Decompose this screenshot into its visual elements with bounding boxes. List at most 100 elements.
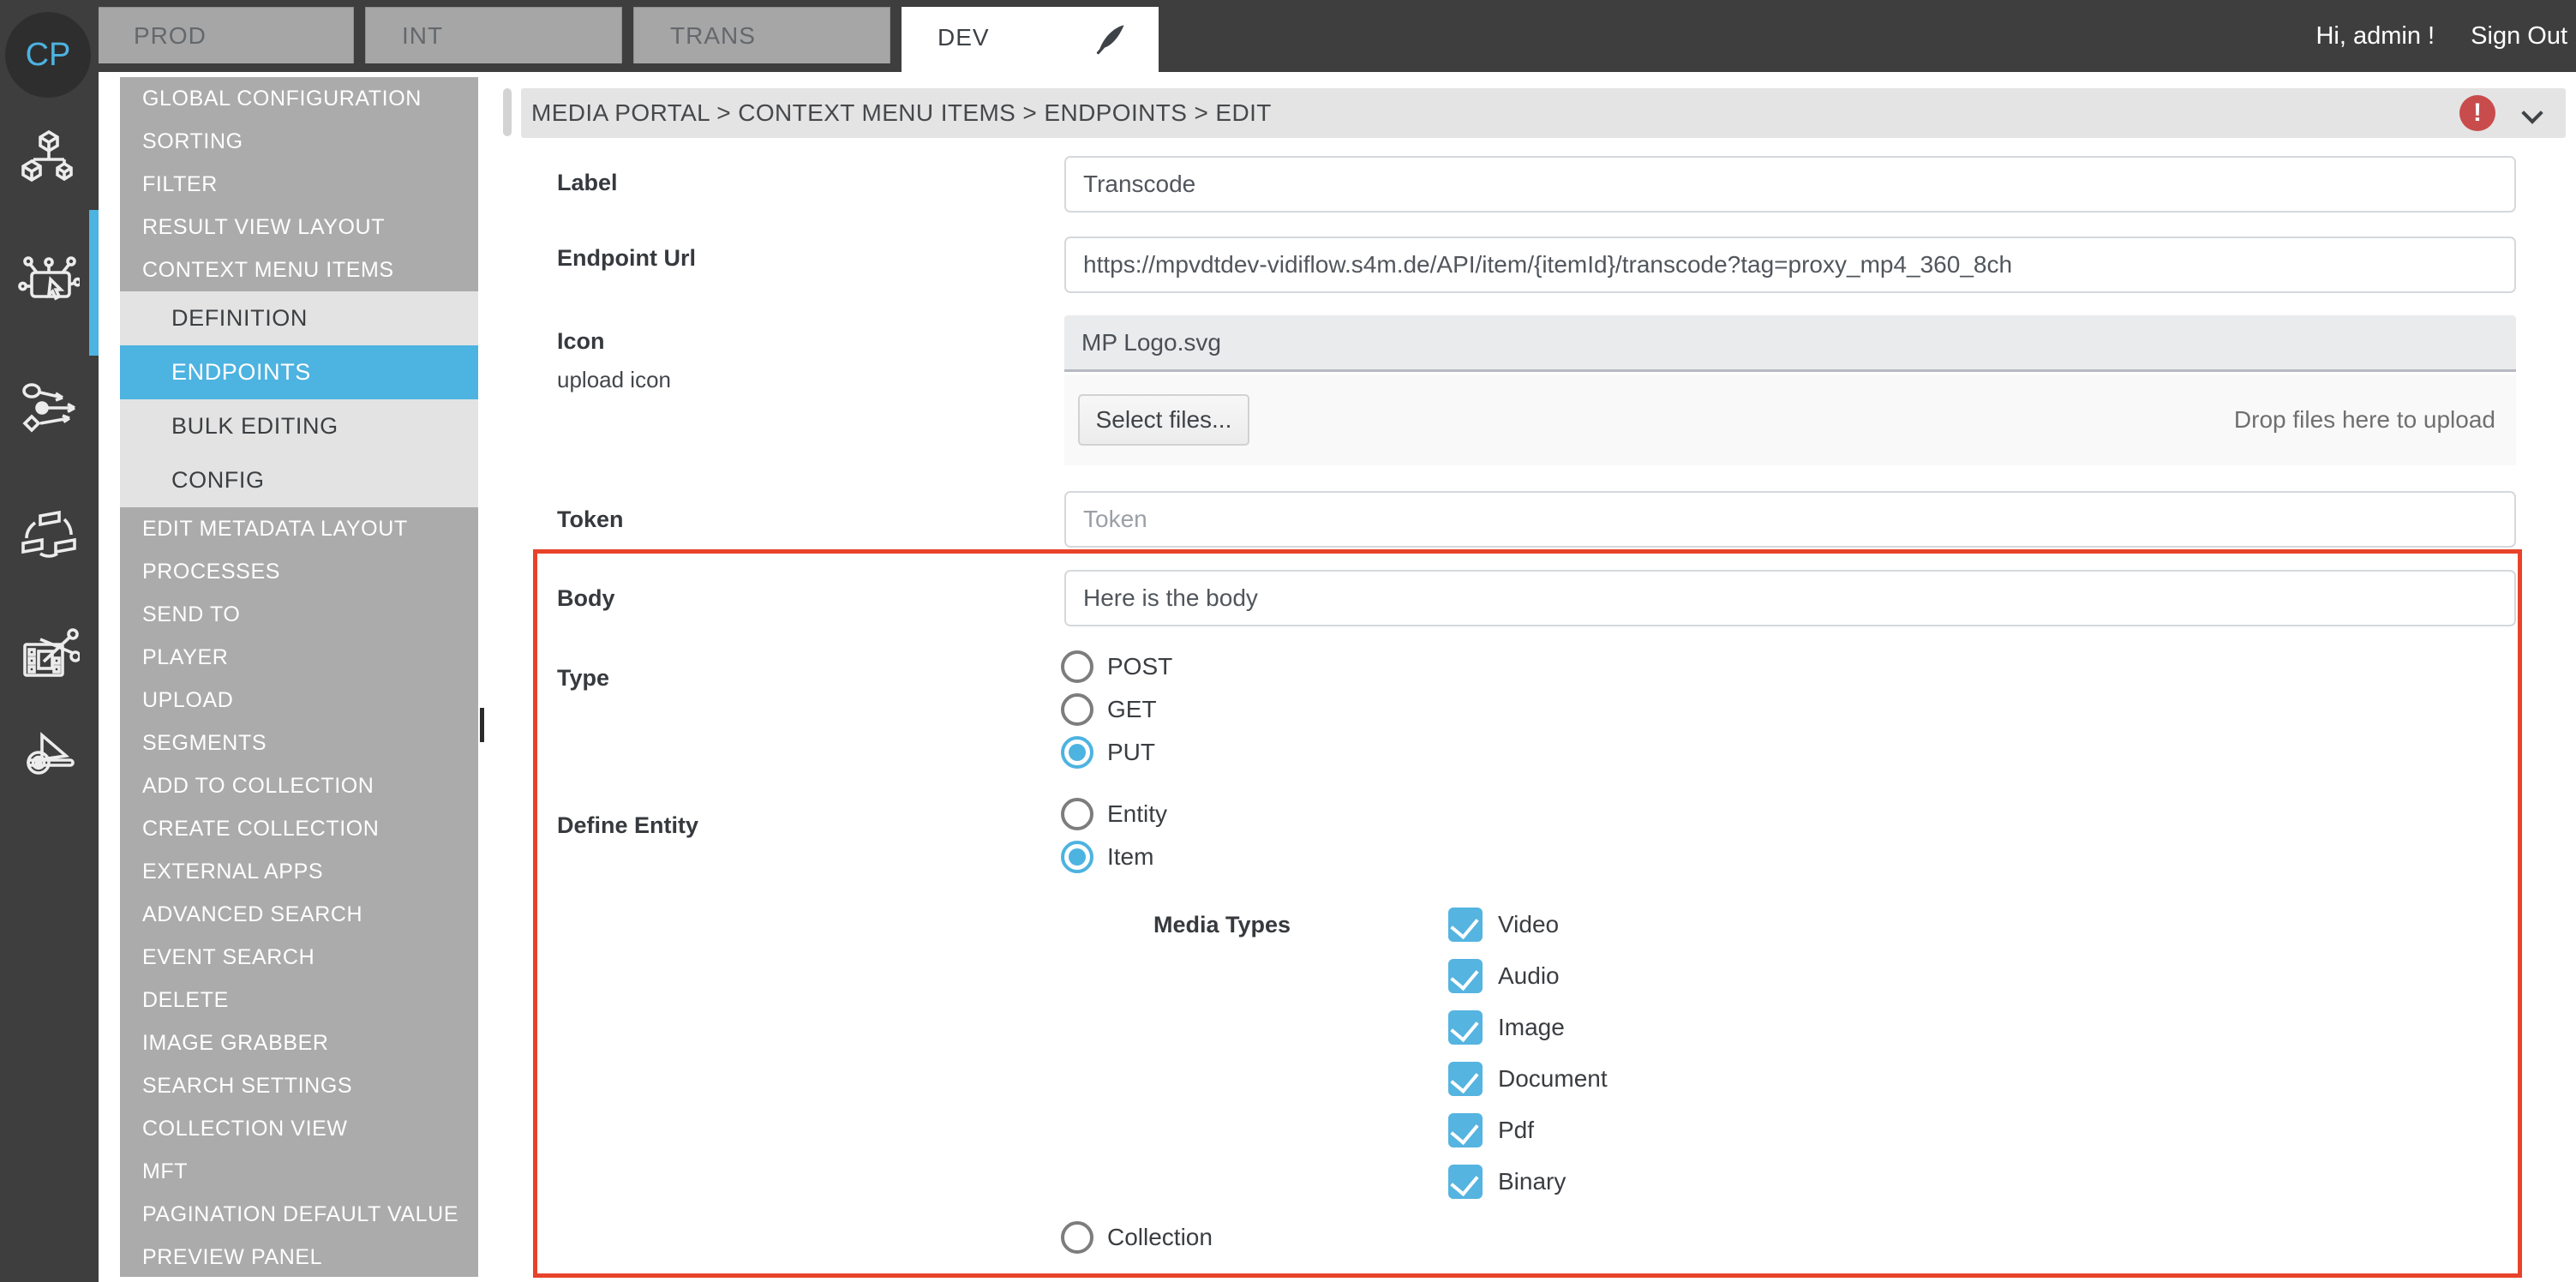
sidebar-item[interactable]: DELETE <box>120 979 478 1021</box>
body-field-label: Body <box>557 585 615 612</box>
file-drop-zone[interactable]: Select files... Drop files here to uploa… <box>1064 374 2516 465</box>
sign-out-link[interactable]: Sign Out <box>2471 22 2567 50</box>
type-radio-option[interactable]: GET <box>1061 688 1172 731</box>
media-type-option[interactable]: Image <box>1448 1002 1608 1053</box>
entity-radio-option[interactable]: Item <box>1061 836 1167 878</box>
error-icon[interactable]: ! <box>2459 95 2495 131</box>
sidebar-sub-items: DEFINITIONENDPOINTSBULK EDITINGCONFIG <box>120 291 478 507</box>
radio-label: Item <box>1107 843 1153 871</box>
checkbox-label: Image <box>1498 1014 1565 1041</box>
checkbox-label: Document <box>1498 1065 1608 1093</box>
sidebar-sub-item[interactable]: DEFINITION <box>120 291 478 345</box>
sidebar-item[interactable]: MFT <box>120 1150 478 1193</box>
media-type-option[interactable]: Document <box>1448 1053 1608 1105</box>
sidebar-item[interactable]: PROCESSES <box>120 550 478 593</box>
chevron-down-icon[interactable] <box>2523 104 2542 123</box>
scrollbar-thumb[interactable] <box>503 88 512 136</box>
body-input[interactable] <box>1064 570 2516 626</box>
radio-icon[interactable] <box>1061 841 1093 873</box>
radio-label: POST <box>1107 653 1172 680</box>
sidebar-item[interactable]: SEGMENTS <box>120 722 478 764</box>
cp-logo[interactable]: CP <box>5 12 91 98</box>
sidebar-item[interactable]: PAGINATION DEFAULT VALUE <box>120 1193 478 1236</box>
sidebar-item[interactable]: SORTING <box>120 120 478 163</box>
sidebar-sub-item[interactable]: CONFIG <box>120 453 478 507</box>
sidebar-item[interactable]: CREATE COLLECTION <box>120 807 478 850</box>
active-section-indicator <box>89 210 99 356</box>
sidebar-sub-item[interactable]: ENDPOINTS <box>120 345 478 399</box>
endpoint-url-input[interactable] <box>1064 237 2516 293</box>
collections-icon[interactable] <box>18 502 80 564</box>
app-icon-rail: CP <box>0 0 99 1282</box>
media-type-option[interactable]: Video <box>1448 899 1608 950</box>
token-input[interactable] <box>1064 491 2516 548</box>
checkbox-icon[interactable] <box>1448 1165 1483 1199</box>
config-sidebar: GLOBAL CONFIGURATIONSORTINGFILTERRESULT … <box>120 77 478 1277</box>
sidebar-item[interactable]: EXTERNAL APPS <box>120 850 478 893</box>
define-entity-label: Define Entity <box>557 812 698 839</box>
media-types-checkbox-group: Video Audio Image Document Pdf <box>1448 899 1608 1207</box>
sidebar-sub-item[interactable]: BULK EDITING <box>120 399 478 453</box>
sidebar-item[interactable]: UPLOAD <box>120 679 478 722</box>
sidebar-item[interactable]: SEND TO <box>120 593 478 636</box>
player-icon[interactable] <box>18 725 80 787</box>
select-files-button[interactable]: Select files... <box>1078 394 1249 446</box>
entity-radio-group: Entity Item <box>1061 793 1167 878</box>
label-field-label: Label <box>557 170 618 196</box>
radio-icon[interactable] <box>1061 798 1093 830</box>
sidebar-item[interactable]: PLAYER <box>120 636 478 679</box>
radio-icon[interactable] <box>1061 693 1093 726</box>
sidebar-item[interactable]: ADVANCED SEARCH <box>120 893 478 936</box>
collection-radio-option[interactable]: Collection <box>1061 1216 1213 1259</box>
panel-splitter-caret <box>480 708 484 742</box>
sidebar-item[interactable]: GLOBAL CONFIGURATION <box>120 77 478 120</box>
sidebar-item[interactable]: ADD TO COLLECTION <box>120 764 478 807</box>
icon-field-label: Icon <box>557 328 605 355</box>
modules-cubes-icon[interactable] <box>18 127 80 189</box>
tab-dev-label: DEV <box>938 24 990 51</box>
checkbox-label: Binary <box>1498 1168 1566 1195</box>
type-radio-group: POST GET PUT <box>1061 645 1172 774</box>
breadcrumb: MEDIA PORTAL > CONTEXT MENU ITEMS > ENDP… <box>531 88 1272 138</box>
media-edit-icon[interactable] <box>18 627 80 689</box>
type-radio-option[interactable]: PUT <box>1061 731 1172 774</box>
media-types-label: Media Types <box>1153 912 1291 938</box>
checkbox-icon[interactable] <box>1448 908 1483 942</box>
sidebar-item[interactable]: EVENT SEARCH <box>120 936 478 979</box>
top-environment-bar: PROD INT TRANS DEV Hi, admin ! Sign Out <box>0 0 2576 72</box>
checkbox-icon[interactable] <box>1448 1113 1483 1147</box>
radio-icon[interactable] <box>1061 736 1093 769</box>
tab-int[interactable]: INT <box>365 7 622 63</box>
media-portal-admin-page: PROD INT TRANS DEV Hi, admin ! Sign Out … <box>0 0 2576 1282</box>
checkbox-icon[interactable] <box>1448 1062 1483 1096</box>
tab-prod[interactable]: PROD <box>97 7 354 63</box>
checkbox-icon[interactable] <box>1448 959 1483 993</box>
sidebar-item[interactable]: SEARCH SETTINGS <box>120 1064 478 1107</box>
user-area: Hi, admin ! Sign Out <box>2315 0 2567 72</box>
sidebar-item[interactable]: COLLECTION VIEW <box>120 1107 478 1150</box>
sidebar-item[interactable]: PREVIEW PANEL <box>120 1236 478 1279</box>
radio-icon[interactable] <box>1061 1221 1093 1254</box>
tab-dev[interactable]: DEV <box>902 7 1159 72</box>
media-type-option[interactable]: Audio <box>1448 950 1608 1002</box>
sidebar-main-items: GLOBAL CONFIGURATIONSORTINGFILTERRESULT … <box>120 77 478 291</box>
type-radio-option[interactable]: POST <box>1061 645 1172 688</box>
portal-config-icon[interactable] <box>18 252 80 314</box>
workflow-icon[interactable] <box>18 377 80 439</box>
checkbox-label: Audio <box>1498 962 1560 990</box>
media-type-option[interactable]: Binary <box>1448 1156 1608 1207</box>
sidebar-item[interactable]: EDIT METADATA LAYOUT <box>120 507 478 550</box>
token-field-label: Token <box>557 506 624 533</box>
radio-icon[interactable] <box>1061 650 1093 683</box>
tab-trans[interactable]: TRANS <box>633 7 890 63</box>
checkbox-icon[interactable] <box>1448 1010 1483 1045</box>
sidebar-item[interactable]: CONTEXT MENU ITEMS <box>120 249 478 291</box>
breadcrumb-bar: MEDIA PORTAL > CONTEXT MENU ITEMS > ENDP… <box>521 88 2566 138</box>
media-type-option[interactable]: Pdf <box>1448 1105 1608 1156</box>
sidebar-item[interactable]: FILTER <box>120 163 478 206</box>
sidebar-item[interactable]: IMAGE GRABBER <box>120 1021 478 1064</box>
sidebar-item[interactable]: RESULT VIEW LAYOUT <box>120 206 478 249</box>
entity-radio-option[interactable]: Entity <box>1061 793 1167 836</box>
label-input[interactable] <box>1064 156 2516 213</box>
type-group-label: Type <box>557 665 609 692</box>
